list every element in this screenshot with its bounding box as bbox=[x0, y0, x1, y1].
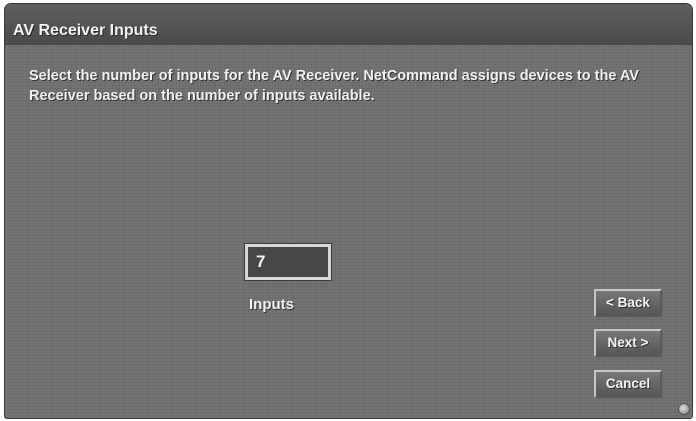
av-receiver-inputs-dialog: AV Receiver Inputs Select the number of … bbox=[4, 3, 693, 419]
title-bar: AV Receiver Inputs bbox=[5, 4, 692, 45]
dialog-title: AV Receiver Inputs bbox=[13, 22, 158, 39]
back-button[interactable]: < Back bbox=[594, 289, 662, 317]
inputs-label: Inputs bbox=[249, 296, 294, 313]
inputs-count-field[interactable]: 7 bbox=[244, 243, 332, 281]
instructions-text: Select the number of inputs for the AV R… bbox=[29, 68, 639, 104]
cancel-button[interactable]: Cancel bbox=[594, 370, 662, 398]
next-button[interactable]: Next > bbox=[594, 329, 662, 357]
circle-icon bbox=[678, 403, 690, 415]
